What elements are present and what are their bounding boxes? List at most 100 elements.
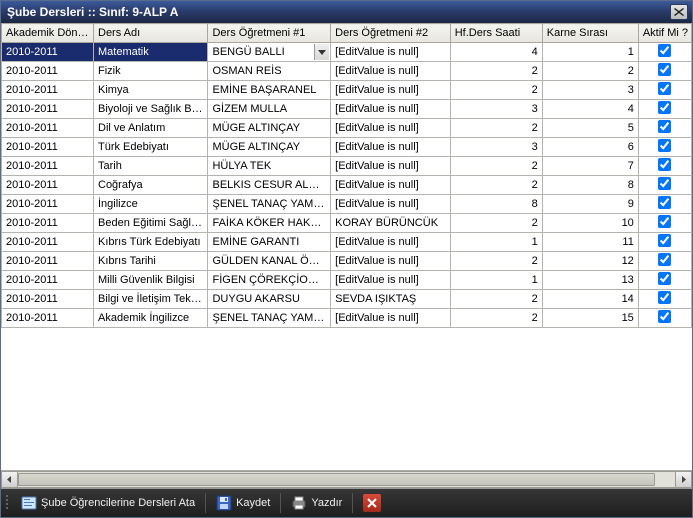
cell[interactable]: OSMAN REİS — [208, 62, 331, 81]
active-checkbox[interactable] — [658, 177, 671, 190]
active-cell[interactable] — [638, 43, 691, 62]
table-row[interactable]: 2010-2011Biyoloji ve Sağlık Bil…GİZEM MU… — [2, 100, 692, 119]
cell[interactable]: 3 — [450, 138, 542, 157]
col-header-ogretmen1[interactable]: Ders Öğretmeni #1 — [208, 24, 331, 43]
close-button[interactable] — [670, 4, 688, 20]
col-header-ogretmen2[interactable]: Ders Öğretmeni #2 — [331, 24, 451, 43]
cell[interactable]: ŞENEL TANAÇ YAMAN — [208, 309, 331, 328]
cell[interactable]: [EditValue is null] — [331, 43, 451, 62]
scroll-thumb[interactable] — [18, 473, 655, 486]
cell[interactable]: 2010-2011 — [2, 252, 94, 271]
cell[interactable]: 2010-2011 — [2, 62, 94, 81]
cell[interactable]: 2010-2011 — [2, 43, 94, 62]
table-row[interactable]: 2010-2011Bilgi ve İletişim Tek…DUYGU AKA… — [2, 290, 692, 309]
col-header-karne[interactable]: Karne Sırası — [542, 24, 638, 43]
delete-button[interactable] — [357, 491, 387, 515]
active-cell[interactable] — [638, 81, 691, 100]
cell[interactable]: GİZEM MULLA — [208, 100, 331, 119]
scroll-track[interactable] — [18, 471, 675, 488]
cell[interactable]: 2010-2011 — [2, 309, 94, 328]
active-cell[interactable] — [638, 252, 691, 271]
active-cell[interactable] — [638, 271, 691, 290]
cell[interactable]: 10 — [542, 214, 638, 233]
cell[interactable]: Biyoloji ve Sağlık Bil… — [94, 100, 208, 119]
cell[interactable]: 2 — [450, 81, 542, 100]
cell[interactable]: Kimya — [94, 81, 208, 100]
cell[interactable]: 15 — [542, 309, 638, 328]
cell[interactable]: 2 — [450, 290, 542, 309]
cell[interactable]: 2 — [450, 157, 542, 176]
data-grid[interactable]: Akademik Dön… Ders Adı Ders Öğretmeni #1… — [1, 23, 692, 328]
active-checkbox[interactable] — [658, 291, 671, 304]
horizontal-scrollbar[interactable] — [1, 470, 692, 488]
col-header-saat[interactable]: Hf.Ders Saati — [450, 24, 542, 43]
active-cell[interactable] — [638, 100, 691, 119]
cell[interactable]: EMİNE BAŞARANEL — [208, 81, 331, 100]
active-checkbox[interactable] — [658, 158, 671, 171]
cell[interactable]: İngilizce — [94, 195, 208, 214]
active-checkbox[interactable] — [658, 215, 671, 228]
cell[interactable]: 2010-2011 — [2, 100, 94, 119]
table-row[interactable]: 2010-2011FizikOSMAN REİS[EditValue is nu… — [2, 62, 692, 81]
cell[interactable]: 2 — [450, 309, 542, 328]
scroll-right-button[interactable] — [675, 471, 692, 488]
cell[interactable]: [EditValue is null] — [331, 138, 451, 157]
active-checkbox[interactable] — [658, 101, 671, 114]
table-row[interactable]: 2010-2011Türk EdebiyatıMÜGE ALTINÇAY[Edi… — [2, 138, 692, 157]
cell[interactable]: 2010-2011 — [2, 195, 94, 214]
cell[interactable]: 12 — [542, 252, 638, 271]
cell[interactable]: ŞENEL TANAÇ YAMAN — [208, 195, 331, 214]
scroll-left-button[interactable] — [1, 471, 18, 488]
cell[interactable]: Kıbrıs Türk Edebiyatı — [94, 233, 208, 252]
cell[interactable]: EMİNE GARANTI — [208, 233, 331, 252]
table-row[interactable]: 2010-2011Dil ve AnlatımMÜGE ALTINÇAY[Edi… — [2, 119, 692, 138]
cell[interactable]: 2010-2011 — [2, 176, 94, 195]
active-checkbox[interactable] — [658, 82, 671, 95]
cell[interactable]: BELKIS CESUR ALPSOY — [208, 176, 331, 195]
cell[interactable]: MÜGE ALTINÇAY — [208, 138, 331, 157]
cell[interactable]: FİGEN ÇÖREKÇİOĞLU — [208, 271, 331, 290]
table-row[interactable]: 2010-2011Akademik İngilizceŞENEL TANAÇ Y… — [2, 309, 692, 328]
cell[interactable]: Türk Edebiyatı — [94, 138, 208, 157]
active-checkbox[interactable] — [658, 63, 671, 76]
cell[interactable]: [EditValue is null] — [331, 81, 451, 100]
active-checkbox[interactable] — [658, 310, 671, 323]
table-row[interactable]: 2010-2011MatematikBENGÜ BALLI[EditValue … — [2, 43, 692, 62]
cell[interactable]: [EditValue is null] — [331, 252, 451, 271]
cell[interactable]: 1 — [450, 271, 542, 290]
active-cell[interactable] — [638, 233, 691, 252]
table-row[interactable]: 2010-2011KimyaEMİNE BAŞARANEL[EditValue … — [2, 81, 692, 100]
cell[interactable]: Akademik İngilizce — [94, 309, 208, 328]
cell[interactable]: 4 — [450, 43, 542, 62]
cell[interactable]: Coğrafya — [94, 176, 208, 195]
cell[interactable]: [EditValue is null] — [331, 271, 451, 290]
active-checkbox[interactable] — [658, 234, 671, 247]
cell[interactable]: 7 — [542, 157, 638, 176]
cell[interactable]: [EditValue is null] — [331, 176, 451, 195]
cell[interactable]: Beden Eğitimi Sağlı… — [94, 214, 208, 233]
print-button[interactable]: Yazdır — [285, 492, 348, 514]
col-header-aktif[interactable]: Aktif Mi ? — [638, 24, 691, 43]
cell[interactable]: 2010-2011 — [2, 119, 94, 138]
cell[interactable]: 8 — [542, 176, 638, 195]
table-row[interactable]: 2010-2011Kıbrıs TarihiGÜLDEN KANAL ÖYCÜM… — [2, 252, 692, 271]
cell[interactable]: [EditValue is null] — [331, 309, 451, 328]
cell[interactable]: MÜGE ALTINÇAY — [208, 119, 331, 138]
table-row[interactable]: 2010-2011Kıbrıs Türk EdebiyatıEMİNE GARA… — [2, 233, 692, 252]
active-checkbox[interactable] — [658, 44, 671, 57]
table-row[interactable]: 2010-2011TarihHÜLYA TEK[EditValue is nul… — [2, 157, 692, 176]
active-cell[interactable] — [638, 176, 691, 195]
cell[interactable]: FAİKA KÖKER HAKVE… — [208, 214, 331, 233]
cell[interactable]: [EditValue is null] — [331, 100, 451, 119]
cell[interactable]: 3 — [450, 100, 542, 119]
table-row[interactable]: 2010-2011İngilizceŞENEL TANAÇ YAMAN[Edit… — [2, 195, 692, 214]
cell[interactable]: [EditValue is null] — [331, 62, 451, 81]
assign-lessons-button[interactable]: Şube Öğrencilerine Dersleri Ata — [15, 492, 201, 514]
cell[interactable]: GÜLDEN KANAL ÖYCÜM — [208, 252, 331, 271]
cell[interactable]: Fizik — [94, 62, 208, 81]
cell[interactable]: 6 — [542, 138, 638, 157]
table-row[interactable]: 2010-2011Milli Güvenlik BilgisiFİGEN ÇÖR… — [2, 271, 692, 290]
table-row[interactable]: 2010-2011CoğrafyaBELKIS CESUR ALPSOY[Edi… — [2, 176, 692, 195]
col-header-donem[interactable]: Akademik Dön… — [2, 24, 94, 43]
save-button[interactable]: Kaydet — [210, 492, 276, 514]
